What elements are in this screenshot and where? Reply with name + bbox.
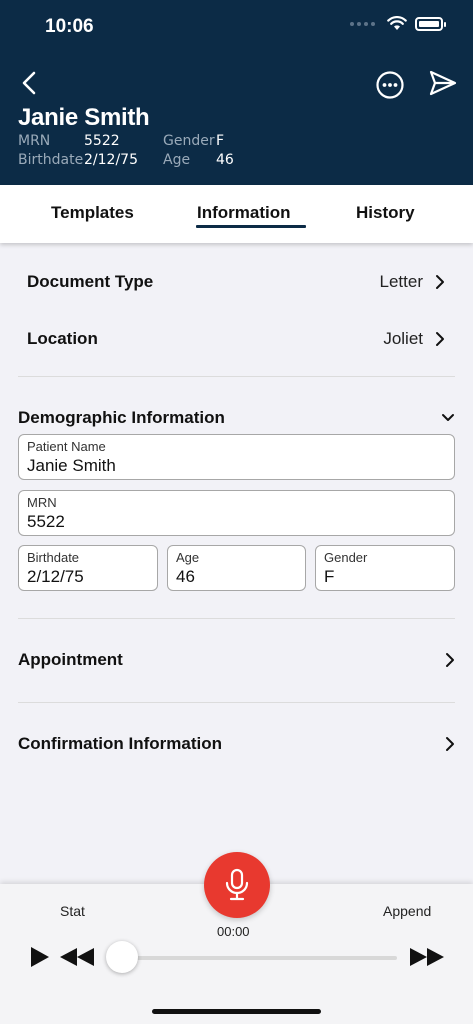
stat-toggle[interactable]: Stat (60, 903, 85, 919)
chevron-right-icon (446, 737, 454, 751)
document-type-label: Document Type (27, 272, 154, 291)
status-icons (350, 16, 446, 31)
fast-forward-icon[interactable] (409, 947, 445, 967)
gender-field-label: Gender (324, 550, 368, 565)
home-indicator (152, 1009, 321, 1014)
birthdate-value: 2/12/75 (84, 152, 138, 168)
location-value: Joliet (383, 329, 423, 348)
active-tab-indicator (196, 225, 306, 228)
age-field-value: 46 (176, 567, 195, 586)
age-value: 46 (216, 152, 234, 168)
divider (18, 618, 455, 619)
divider (18, 702, 455, 703)
playback-progress-thumb[interactable] (106, 941, 138, 973)
chevron-down-icon (442, 414, 454, 421)
mrn-field-label: MRN (27, 495, 57, 510)
microphone-icon (225, 868, 249, 901)
playback-progress-track[interactable] (110, 956, 397, 960)
tab-history[interactable]: History (356, 203, 415, 223)
birthdate-field-value: 2/12/75 (27, 567, 84, 586)
chevron-left-icon (22, 71, 36, 95)
confirmation-row[interactable]: Confirmation Information (18, 732, 455, 756)
playback-timer: 00:00 (217, 924, 250, 939)
signal-dots-icon (350, 21, 375, 26)
appointment-row[interactable]: Appointment (18, 648, 455, 672)
appointment-label: Appointment (18, 650, 123, 669)
mrn-label: MRN (18, 133, 51, 149)
location-label: Location (27, 329, 98, 348)
tab-bar: Templates Information History (0, 185, 473, 243)
gender-field[interactable]: Gender F (315, 545, 455, 591)
tab-information[interactable]: Information (197, 203, 291, 223)
birthdate-field[interactable]: Birthdate 2/12/75 (18, 545, 158, 591)
header: 10:06 Janie Smith MRN 5522 Gender F Birt… (0, 0, 473, 185)
demographic-title: Demographic Information (18, 408, 225, 427)
chevron-right-icon (436, 275, 444, 289)
birthdate-label: Birthdate (18, 152, 84, 168)
patient-name-field-value: Janie Smith (27, 456, 116, 475)
record-button[interactable] (204, 852, 270, 918)
demographic-section-header[interactable]: Demographic Information (18, 406, 455, 430)
wifi-icon (387, 16, 407, 30)
document-type-row[interactable]: Document Type Letter (27, 270, 445, 294)
mrn-value: 5522 (84, 133, 120, 149)
divider (18, 376, 455, 377)
play-icon[interactable] (29, 946, 51, 968)
mrn-field-value: 5522 (27, 512, 65, 531)
gender-label: Gender (163, 133, 215, 149)
send-icon[interactable] (428, 68, 458, 98)
chevron-right-icon (446, 653, 454, 667)
gender-field-value: F (324, 567, 335, 586)
tab-templates[interactable]: Templates (51, 203, 134, 223)
back-button[interactable] (16, 68, 42, 98)
patient-name: Janie Smith (18, 104, 150, 131)
more-options-icon[interactable] (375, 70, 405, 100)
birthdate-field-label: Birthdate (27, 550, 80, 565)
age-field[interactable]: Age 46 (167, 545, 306, 591)
document-type-value: Letter (379, 272, 423, 291)
location-row[interactable]: Location Joliet (27, 327, 445, 351)
chevron-right-icon (436, 332, 444, 346)
patient-name-field-label: Patient Name (27, 439, 106, 454)
status-time: 10:06 (45, 16, 94, 37)
patient-name-field[interactable]: Patient Name Janie Smith (18, 434, 455, 480)
age-field-label: Age (176, 550, 200, 565)
patient-info: MRN 5522 Gender F Birthdate 2/12/75 Age … (18, 132, 234, 170)
confirmation-label: Confirmation Information (18, 734, 222, 753)
gender-value: F (216, 133, 225, 149)
battery-icon (415, 16, 446, 31)
append-toggle[interactable]: Append (383, 903, 431, 919)
mrn-field[interactable]: MRN 5522 (18, 490, 455, 536)
age-label: Age (163, 152, 191, 168)
rewind-icon[interactable] (59, 947, 95, 967)
